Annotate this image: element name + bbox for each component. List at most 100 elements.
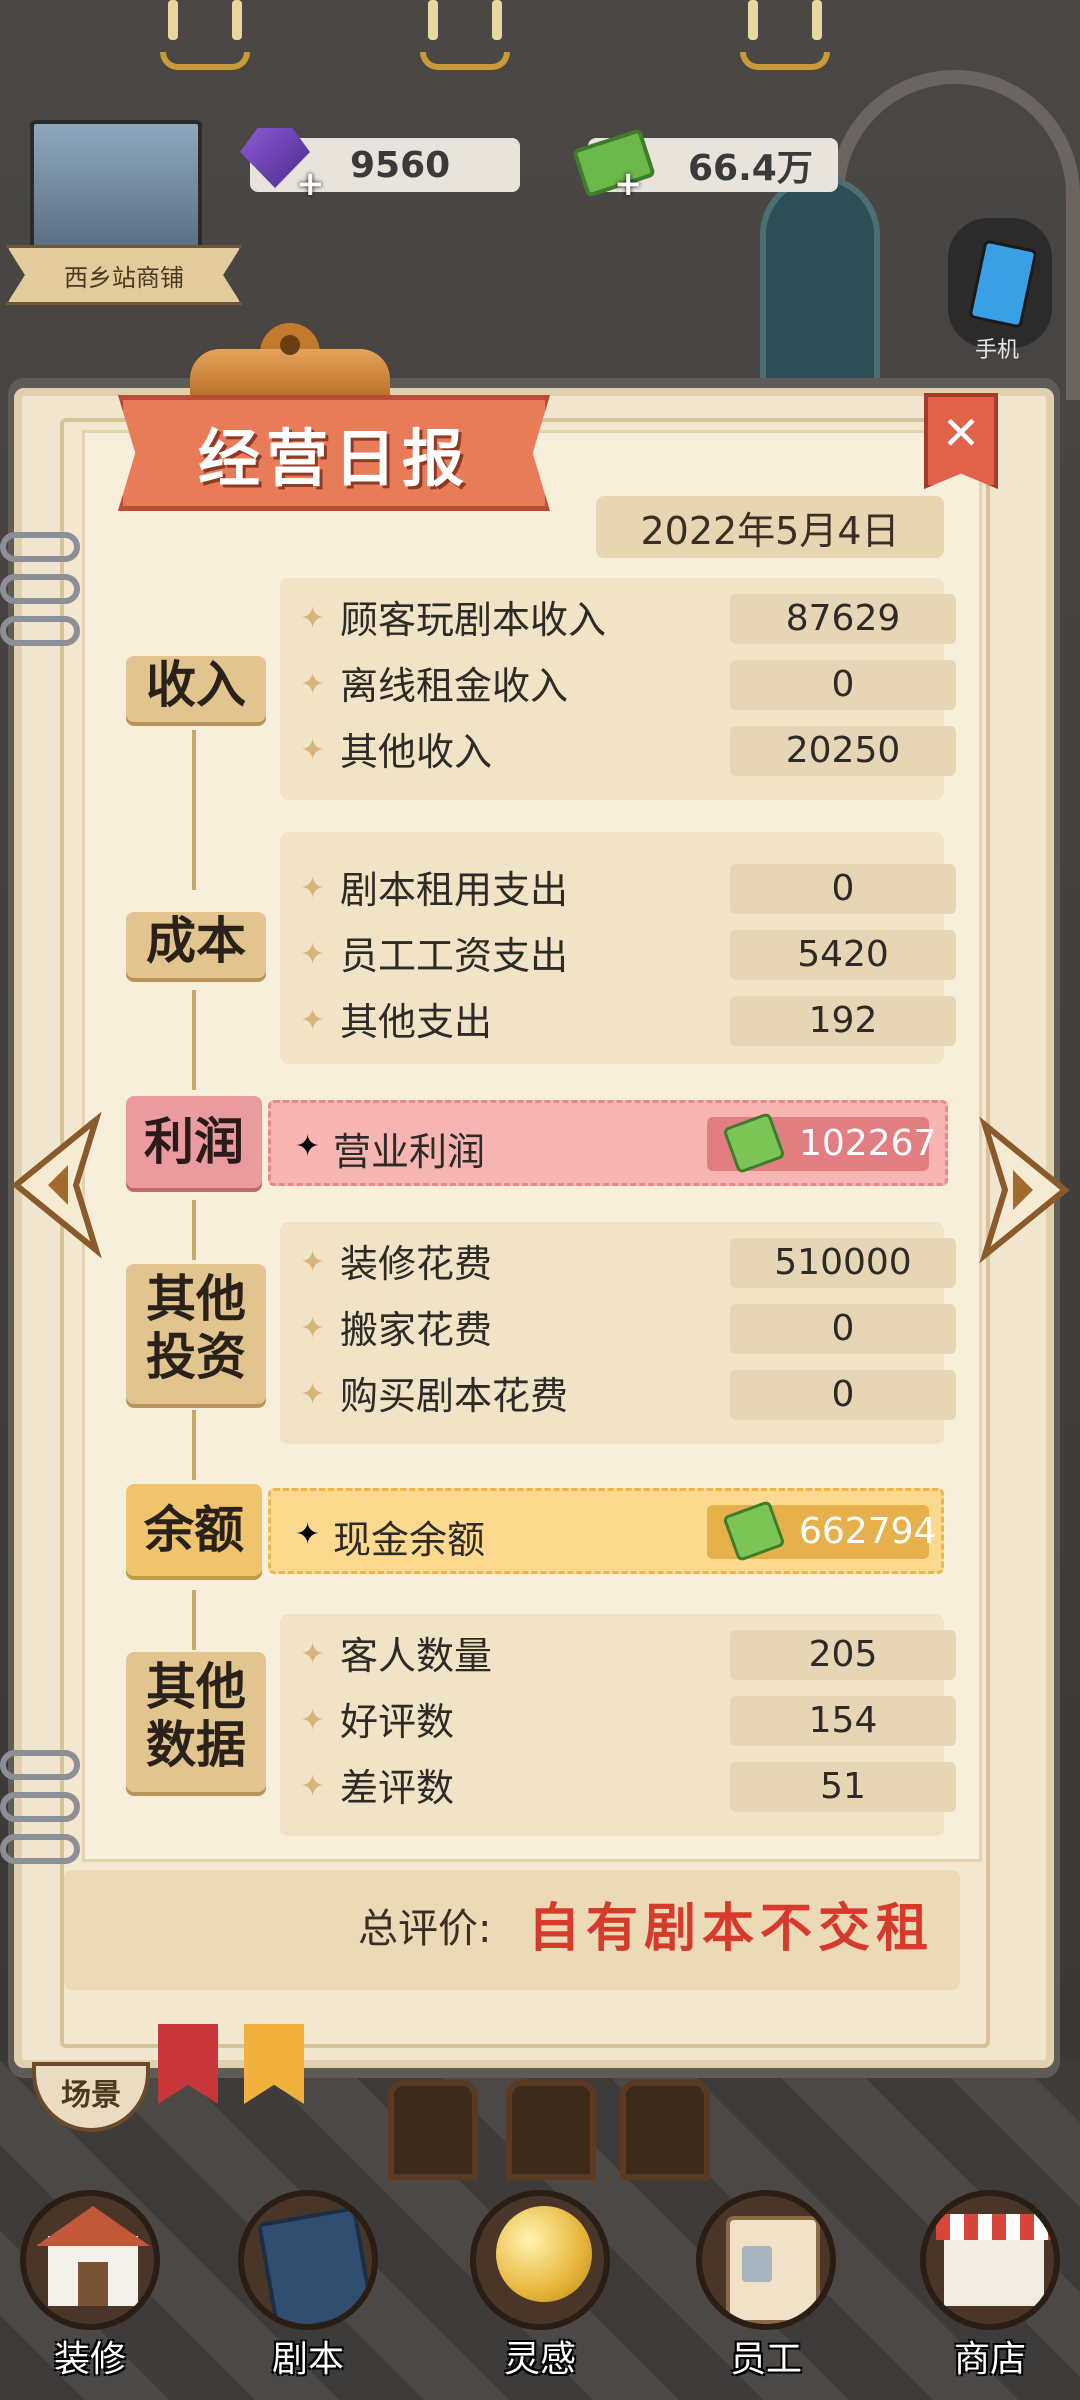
star-bullet-icon: ✦ bbox=[300, 733, 326, 768]
income-row: ✦ 其他收入 20250 bbox=[300, 724, 956, 780]
nav-label: 灵感 bbox=[503, 2339, 576, 2380]
row-label: 剧本租用支出 bbox=[340, 868, 569, 912]
row-value: 0 bbox=[730, 1304, 956, 1354]
binder-ring bbox=[0, 574, 80, 604]
category-other-data-line2: 数据 bbox=[146, 1716, 246, 1774]
shop-thumbnail[interactable] bbox=[30, 120, 202, 260]
row-value: 510000 bbox=[730, 1238, 956, 1288]
chair bbox=[506, 2080, 596, 2180]
category-cost: 成本 bbox=[126, 912, 266, 978]
timeline-line bbox=[192, 730, 196, 890]
row-label: 装修花费 bbox=[340, 1242, 493, 1286]
investment-row: ✦ 装修花费 510000 bbox=[300, 1236, 956, 1292]
row-value: 0 bbox=[730, 1370, 956, 1420]
star-bullet-icon: ✦ bbox=[300, 667, 326, 702]
ornate-door bbox=[760, 175, 880, 395]
nav-label: 剧本 bbox=[271, 2339, 344, 2380]
category-income: 收入 bbox=[126, 656, 266, 722]
add-cash-icon[interactable]: + bbox=[614, 164, 643, 204]
nav-decorate[interactable]: 装修 bbox=[0, 2180, 180, 2400]
category-profit: 利润 bbox=[126, 1096, 262, 1188]
cost-row: ✦ 员工工资支出 5420 bbox=[300, 928, 956, 984]
category-investment-line1: 其他 bbox=[146, 1270, 246, 1328]
other-data-group: ✦ 客人数量 205 ✦ 好评数 154 ✦ 差评数 51 bbox=[280, 1614, 956, 1836]
profit-band: ✦ 营业利润 102267 bbox=[268, 1100, 948, 1186]
cost-row: ✦ 剧本租用支出 0 bbox=[300, 862, 956, 918]
nav-label: 商店 bbox=[953, 2339, 1026, 2380]
profit-value: 102267 bbox=[799, 1123, 937, 1164]
balance-label: 现金余额 bbox=[333, 1518, 486, 1562]
category-other-data: 其他 数据 bbox=[126, 1652, 266, 1792]
shop-name-label[interactable]: 西乡站商铺 bbox=[6, 245, 242, 305]
investment-row: ✦ 搬家花费 0 bbox=[300, 1302, 956, 1358]
star-bullet-icon: ✦ bbox=[300, 1377, 326, 1412]
timeline-line bbox=[192, 1590, 196, 1650]
row-label: 客人数量 bbox=[340, 1634, 493, 1678]
add-gems-icon[interactable]: + bbox=[296, 164, 325, 204]
investment-row: ✦ 购买剧本花费 0 bbox=[300, 1368, 956, 1424]
category-investment-line2: 投资 bbox=[146, 1328, 246, 1386]
house-icon bbox=[20, 2190, 160, 2330]
cash-icon bbox=[722, 1499, 786, 1563]
nav-shop[interactable]: 商店 bbox=[900, 2180, 1080, 2400]
nav-scripts[interactable]: 剧本 bbox=[218, 2180, 398, 2400]
binder-ring bbox=[0, 1792, 80, 1822]
wall-lamp bbox=[420, 0, 510, 70]
report-title: 经营日报 bbox=[118, 395, 550, 511]
balance-value-box: 662794 bbox=[707, 1499, 936, 1563]
cost-group: ✦ 剧本租用支出 0 ✦ 员工工资支出 5420 ✦ 其他支出 192 bbox=[280, 832, 956, 1064]
investment-group: ✦ 装修花费 510000 ✦ 搬家花费 0 ✦ 购买剧本花费 0 bbox=[280, 1222, 956, 1444]
nav-staff[interactable]: 员工 bbox=[676, 2180, 856, 2400]
profit-value-box: 102267 bbox=[707, 1111, 936, 1175]
nav-inspiration[interactable]: 灵感 bbox=[450, 2180, 630, 2400]
star-bullet-icon: ✦ bbox=[295, 1129, 321, 1164]
balance-value: 662794 bbox=[799, 1511, 937, 1552]
previous-page-arrow-icon[interactable] bbox=[6, 1110, 106, 1260]
cash-count: 66.4万 bbox=[688, 148, 813, 189]
row-label: 其他支出 bbox=[340, 1000, 493, 1044]
category-investment: 其他 投资 bbox=[126, 1264, 266, 1404]
star-bullet-icon: ✦ bbox=[300, 1769, 326, 1804]
star-bullet-icon: ✦ bbox=[300, 1637, 326, 1672]
timeline-line bbox=[192, 1410, 196, 1480]
chair bbox=[620, 2080, 710, 2180]
star-bullet-icon: ✦ bbox=[300, 1703, 326, 1738]
row-value: 205 bbox=[730, 1630, 956, 1680]
row-label: 好评数 bbox=[340, 1700, 455, 1744]
binder-ring bbox=[0, 532, 80, 562]
chair bbox=[388, 2080, 478, 2180]
income-row: ✦ 顾客玩剧本收入 87629 bbox=[300, 592, 956, 648]
row-label: 顾客玩剧本收入 bbox=[340, 598, 607, 642]
income-group: ✦ 顾客玩剧本收入 87629 ✦ 离线租金收入 0 ✦ 其他收入 20250 bbox=[280, 578, 956, 800]
next-page-arrow-icon[interactable] bbox=[975, 1115, 1075, 1265]
binder-ring bbox=[0, 1750, 80, 1780]
star-bullet-icon: ✦ bbox=[300, 1311, 326, 1346]
cost-row: ✦ 其他支出 192 bbox=[300, 994, 956, 1050]
phone-label: 手机 bbox=[975, 338, 1020, 363]
report-date: 2022年5月4日 bbox=[596, 496, 944, 558]
row-value: 154 bbox=[730, 1696, 956, 1746]
summary-evaluation: 自有剧本不交租 bbox=[528, 1898, 935, 1959]
binder-ring bbox=[0, 616, 80, 646]
other-data-row: ✦ 客人数量 205 bbox=[300, 1628, 956, 1684]
row-label: 其他收入 bbox=[340, 730, 493, 774]
row-value: 192 bbox=[730, 996, 956, 1046]
other-data-row: ✦ 差评数 51 bbox=[300, 1760, 956, 1816]
row-value: 0 bbox=[730, 864, 956, 914]
gem-count: 9560 bbox=[350, 144, 451, 186]
timeline-line bbox=[192, 1200, 196, 1260]
profit-label: 营业利润 bbox=[333, 1130, 486, 1174]
row-value: 0 bbox=[730, 660, 956, 710]
bottom-nav: 装修 剧本 灵感 员工 商店 bbox=[0, 2180, 1080, 2400]
category-other-data-line1: 其他 bbox=[146, 1658, 246, 1716]
crystal-ball-icon bbox=[470, 2190, 610, 2330]
script-book-icon bbox=[238, 2190, 378, 2330]
other-data-row: ✦ 好评数 154 bbox=[300, 1694, 956, 1750]
star-bullet-icon: ✦ bbox=[300, 937, 326, 972]
staff-badge-icon bbox=[696, 2190, 836, 2330]
shop-icon bbox=[920, 2190, 1060, 2330]
row-label: 购买剧本花费 bbox=[340, 1374, 569, 1418]
phone-button[interactable] bbox=[948, 218, 1052, 348]
row-value: 5420 bbox=[730, 930, 956, 980]
wall-lamp bbox=[740, 0, 830, 70]
